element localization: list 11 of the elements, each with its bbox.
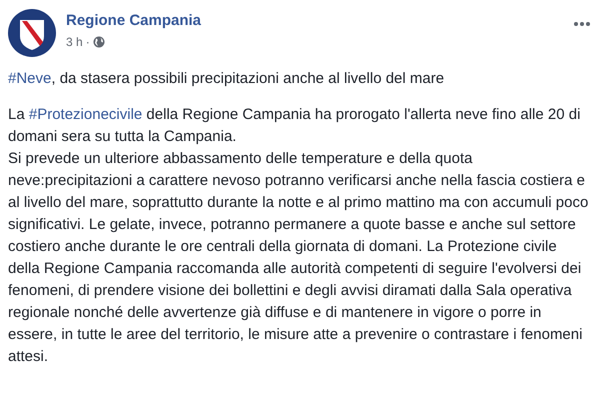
separator-dot: · — [86, 34, 90, 51]
coat-of-arms-logo[interactable] — [7, 8, 57, 58]
globe-icon[interactable] — [92, 36, 105, 48]
more-options-icon[interactable] — [574, 22, 590, 26]
author-name[interactable]: Regione Campania — [66, 11, 202, 31]
post-paragraph: La #Protezionecivile della Regione Campania ha prorogato l'allerta neve fino alle 20 di domani sera su tutta la Campania. — [8, 105, 582, 147]
post-headline: #Neve, da stasera possibili precipitazioni anche al livello del mare — [7, 69, 446, 89]
post-paragraph: Si prevede un ulteriore abbassamento delle temperature e della quota neve:precipitazioni a carattere nevoso potranno verificarsi anche nella fascia costiera e al livello del mare, soprattutto durante la notte e al primo mattino ma con accumuli poco significativi. Le gelate, invece, potranno permanere a quote basse e anche sul settore costiero anche durante le ore centrali della giornata di domani. La Protezione civile della Regione Campania raccomanda alle autorità competenti di seguire l'evolversi dei fenomeni, di prendere visione dei bollettini e degli avvisi diramati dalla Sala operativa regionale nonché delle avvertenze già diffuse e di mantenere in vigore o porre in essere, in tutte le aree del territorio, le misure atte a prevenire o contrastare i fenomeni attesi. — [8, 149, 590, 367]
hashtag-link[interactable]: #Neve — [8, 70, 52, 87]
post-time[interactable]: 3 h — [66, 33, 83, 51]
hashtag-link[interactable]: #Protezionecivile — [28, 106, 142, 123]
